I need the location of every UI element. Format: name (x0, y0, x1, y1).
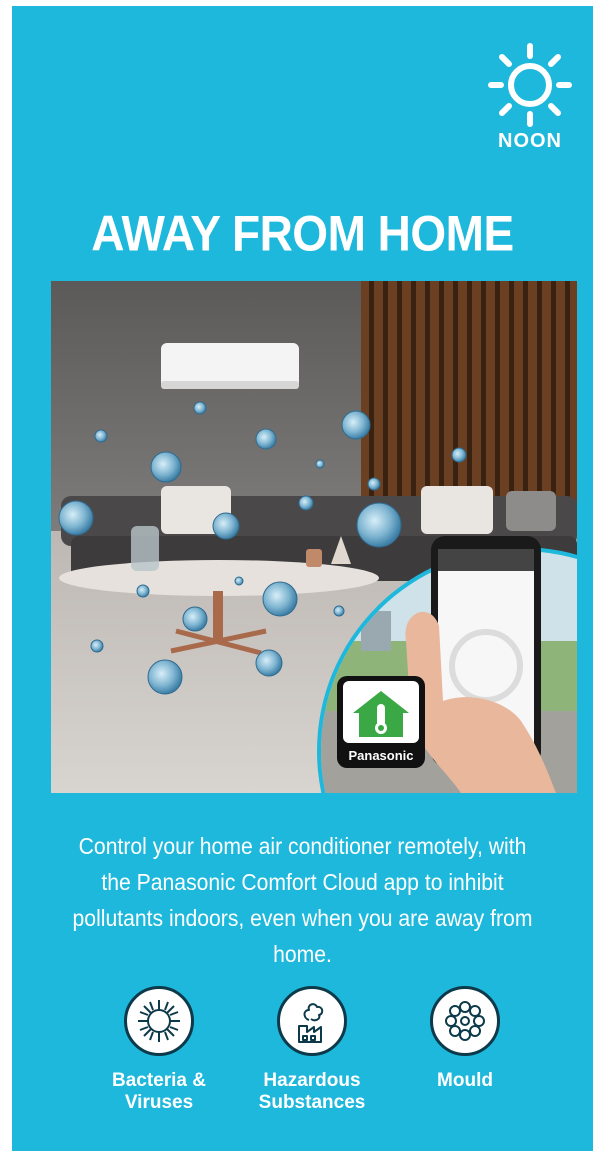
pollutant-item: Hazardous Substances (237, 986, 387, 1114)
pollutant-label: Mould (437, 1070, 493, 1091)
pollutant-item: Mould (390, 986, 540, 1092)
pollutant-label: Hazardous Substances (258, 1070, 366, 1113)
pollutant-item: Bacteria & Viruses (84, 986, 234, 1114)
factory-smoke-icon (298, 1003, 324, 1043)
living-room-image: Panasonic (51, 281, 577, 793)
panasonic-badge: Panasonic (348, 748, 413, 763)
mould-icon (445, 1001, 485, 1041)
page-title: AWAY FROM HOME (91, 204, 514, 262)
pollutant-icon-circle (124, 986, 194, 1056)
description-text: Control your home air conditioner remote… (72, 833, 533, 967)
promo-panel: NOON AWAY FROM HOME Panasonic Control yo… (12, 6, 593, 1151)
pollutant-label: Bacteria & Viruses (112, 1070, 206, 1113)
pollutant-list: Bacteria & Viruses Hazardous Substances (12, 986, 593, 1136)
time-of-day-label: NOON (498, 130, 562, 152)
pollutant-icon-circle (277, 986, 347, 1056)
pollutant-icon-circle (430, 986, 500, 1056)
sun-icon (488, 43, 572, 127)
virus-icon (138, 1000, 180, 1042)
air-conditioner-unit (161, 343, 299, 389)
time-indicator: NOON (480, 42, 580, 153)
